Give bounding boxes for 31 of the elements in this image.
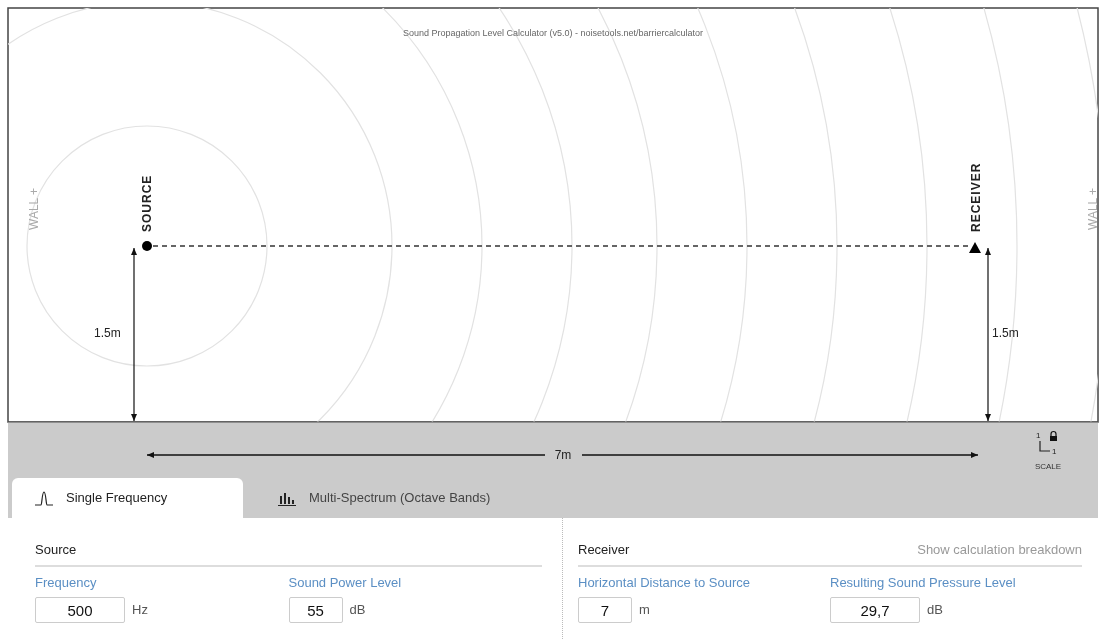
scale-y-value: 1 (1036, 431, 1041, 440)
scale-label[interactable]: SCALE (1034, 462, 1062, 471)
unit-label: m (639, 601, 650, 620)
section-title: Receiver (578, 541, 630, 559)
source-label: SOURCE (140, 174, 154, 232)
source-point[interactable] (142, 241, 152, 251)
receiver-height-label: 1.5m (992, 326, 1019, 340)
scale-x-value: 1 (1052, 447, 1057, 456)
pulse-icon (34, 490, 54, 506)
app-title: Sound Propagation Level Calculator (v5.0) - noisetools.net/barriercalculator (402, 28, 704, 38)
source-height-label: 1.5m (94, 326, 121, 340)
mode-tab[interactable]: Single Frequency (12, 478, 243, 518)
mode-tab[interactable]: Multi-Spectrum (Octave Bands) (255, 478, 513, 518)
section-title: Source (35, 541, 77, 559)
field-label: Frequency (35, 573, 98, 592)
unit-label: dB (349, 601, 366, 620)
unit-label: dB (927, 601, 943, 620)
value-input[interactable]: 7 (578, 597, 632, 623)
field-label: Horizontal Distance to Source (578, 573, 751, 592)
distance-label: 7m (554, 448, 572, 462)
field-label: Sound Power Level (288, 573, 403, 592)
lock-icon[interactable] (1050, 430, 1057, 441)
value-input[interactable]: 55 (288, 597, 343, 623)
receiver-label: RECEIVER (969, 162, 983, 232)
value-input[interactable]: 29,7 (830, 597, 920, 623)
receiver-marker[interactable] (969, 242, 981, 253)
bar-chart-icon (277, 490, 297, 506)
axes-icon[interactable] (1039, 440, 1051, 452)
field-label: Resulting Sound Pressure Level (830, 573, 1017, 592)
unit-label: Hz (132, 601, 148, 620)
value-input[interactable]: 500 (35, 597, 125, 623)
